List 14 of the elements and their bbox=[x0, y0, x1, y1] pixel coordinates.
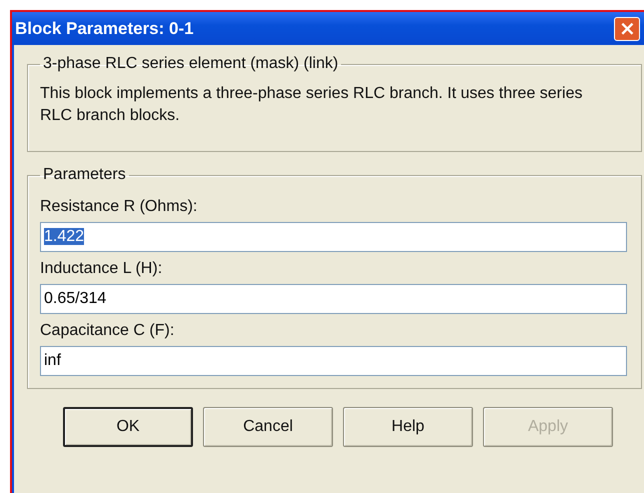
input-field[interactable]: inf bbox=[40, 346, 627, 376]
field-label: Inductance L (H): bbox=[39, 259, 164, 279]
window-title: Block Parameters: 0-1 bbox=[15, 18, 194, 38]
close-button[interactable]: × bbox=[614, 16, 640, 40]
input-field[interactable]: 1.422 bbox=[40, 222, 627, 252]
description-text: This block implements a three-phase series RLC branch. It uses three series RLC branch blocks. bbox=[39, 84, 584, 126]
group-title: Parameters bbox=[42, 166, 127, 184]
dialog-button[interactable]: Cancel bbox=[203, 407, 333, 447]
group-title: 3-phase RLC series element (mask) (link) bbox=[42, 55, 340, 73]
input-field[interactable]: 0.65/314 bbox=[40, 284, 627, 314]
field-label: Capacitance C (F): bbox=[39, 321, 176, 341]
dialog-button[interactable]: OK bbox=[63, 407, 193, 447]
field-label: Resistance R (Ohms): bbox=[39, 197, 198, 217]
dialog-button[interactable]: Help bbox=[343, 407, 473, 447]
